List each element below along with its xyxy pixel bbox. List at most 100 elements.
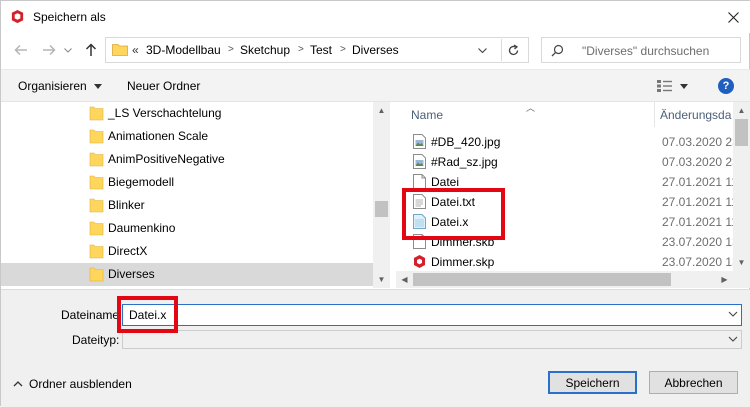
folder-icon — [112, 44, 128, 56]
file-name: Datei.txt — [431, 195, 476, 209]
filetype-select[interactable] — [122, 330, 742, 349]
address-separator-icon[interactable]: > — [340, 44, 346, 55]
organize-label: Organisieren — [18, 79, 87, 93]
folder-icon — [89, 221, 104, 236]
title-bar: Speichern als — [1, 1, 750, 33]
folder-item[interactable]: Biegemodell — [1, 171, 373, 194]
folder-label: Daumenkino — [108, 221, 176, 235]
new-folder-button[interactable]: Neuer Ordner — [127, 79, 200, 93]
recent-locations-button[interactable] — [61, 39, 75, 61]
scroll-left-icon[interactable]: ◀ — [396, 271, 413, 288]
hide-folders-label: Ordner ausblenden — [29, 377, 132, 391]
filename-value[interactable]: Datei.x — [129, 308, 166, 322]
address-overflow[interactable]: « — [132, 43, 139, 57]
scroll-up-icon[interactable]: ▲ — [733, 102, 750, 119]
text-file-icon — [413, 194, 426, 209]
file-row[interactable]: Datei.x 27.01.2021 11: — [396, 212, 741, 232]
file-row[interactable]: Datei 27.01.2021 11: — [396, 172, 741, 192]
close-icon — [727, 11, 739, 23]
file-date: 27.01.2021 11: — [662, 215, 742, 229]
scrollbar-thumb[interactable] — [413, 273, 671, 286]
cancel-button[interactable]: Abbrechen — [649, 371, 738, 394]
file-date: 23.07.2020 13: — [662, 255, 743, 269]
scrollbar-thumb[interactable] — [735, 119, 748, 146]
file-row[interactable]: Dimmer.skp 23.07.2020 13: — [396, 252, 742, 272]
folder-item[interactable]: AnimPositiveNegative — [1, 148, 373, 171]
file-date: 23.07.2020 13: — [662, 235, 743, 249]
hide-folders-toggle[interactable]: Ordner ausblenden — [13, 377, 132, 391]
help-icon[interactable]: ? — [718, 78, 734, 94]
address-segment-sketchup[interactable]: Sketchup — [240, 43, 290, 57]
column-divider[interactable] — [654, 102, 655, 127]
file-row[interactable]: Dimmer.skb 23.07.2020 13: — [396, 232, 742, 252]
folder-icon — [89, 129, 104, 144]
organize-button[interactable]: Organisieren — [18, 79, 103, 93]
address-dropdown-button[interactable] — [473, 39, 491, 61]
folder-label: Diverses — [108, 267, 155, 281]
view-options-button[interactable] — [656, 79, 688, 96]
arrow-left-icon — [14, 44, 27, 56]
folder-item[interactable]: Blinker — [1, 194, 373, 217]
arrow-right-icon — [43, 44, 56, 56]
file-list-scrollbar[interactable]: ▲ ▼ — [733, 102, 750, 288]
scroll-up-icon[interactable]: ▲ — [373, 102, 390, 119]
nav-pane-scrollbar[interactable]: ▲ ▼ — [373, 102, 390, 288]
address-bar[interactable]: « 3D-Modellbau > Sketchup > Test > Diver… — [105, 37, 529, 63]
file-row[interactable]: #Rad_sz.jpg 07.03.2020 23: — [396, 152, 742, 172]
back-button[interactable] — [11, 39, 31, 61]
folder-item[interactable]: DirectX — [1, 240, 373, 263]
folder-icon — [89, 152, 104, 167]
sort-ascending-icon: ︿ — [526, 103, 536, 113]
filename-label: Dateiname — [61, 308, 120, 322]
caret-down-icon — [94, 84, 103, 90]
chevron-down-icon — [64, 47, 72, 53]
refresh-button[interactable] — [501, 39, 525, 61]
folder-item-selected[interactable]: Diverses — [1, 263, 373, 286]
file-list-horizontal-scrollbar[interactable]: ◀ ▶ — [396, 271, 733, 288]
scroll-right-icon[interactable]: ▶ — [716, 271, 733, 288]
folder-label: _LS Verschachtelung — [108, 106, 222, 120]
folder-icon — [89, 106, 104, 121]
search-input[interactable]: "Diverses" durchsuchen — [582, 44, 709, 58]
details-view-icon — [657, 80, 688, 92]
address-segment-test[interactable]: Test — [310, 43, 332, 57]
forward-button[interactable] — [39, 39, 59, 61]
column-header-name[interactable]: Name — [411, 108, 443, 122]
filetype-label: Dateityp: — [72, 333, 120, 347]
address-segment-3d-modellbau[interactable]: 3D-Modellbau — [146, 43, 221, 57]
search-box[interactable]: "Diverses" durchsuchen — [541, 37, 741, 63]
x-file-icon — [413, 214, 426, 229]
file-row[interactable]: #DB_420.jpg 07.03.2020 23: — [396, 132, 742, 152]
save-button[interactable]: Speichern — [548, 371, 637, 394]
column-header-row: ︿ Name Änderungsda — [396, 102, 733, 127]
folder-label: Blinker — [108, 198, 145, 212]
column-header-date[interactable]: Änderungsda — [660, 108, 731, 122]
save-as-dialog: Speichern als « 3D-Modellbau > Sketchup … — [0, 0, 750, 407]
file-row[interactable]: Datei.txt 27.01.2021 11: — [396, 192, 741, 212]
up-button[interactable] — [81, 39, 101, 61]
folder-label: Animationen Scale — [108, 129, 209, 143]
folder-item[interactable]: _LS Verschachtelung — [1, 102, 373, 125]
sketchup-file-icon — [414, 255, 425, 268]
folder-item[interactable]: Daumenkino — [1, 217, 373, 240]
scrollbar-thumb[interactable] — [375, 201, 388, 217]
folder-label: AnimPositiveNegative — [108, 152, 225, 166]
refresh-icon — [508, 43, 519, 55]
close-button[interactable] — [715, 1, 750, 33]
filename-field[interactable]: Datei.x — [122, 304, 742, 326]
file-date: 27.01.2021 11: — [662, 175, 742, 189]
scroll-down-icon[interactable]: ▼ — [373, 271, 390, 288]
window-title: Speichern als — [33, 10, 106, 24]
chevron-down-icon[interactable] — [728, 309, 738, 319]
address-separator-icon[interactable]: > — [298, 44, 304, 55]
file-name: Datei — [431, 175, 460, 189]
blank-file-icon — [413, 234, 426, 249]
address-segment-diverses[interactable]: Diverses — [352, 43, 399, 57]
address-separator-icon[interactable]: > — [228, 44, 234, 55]
file-date: 07.03.2020 23: — [662, 135, 743, 149]
chevron-down-icon[interactable] — [728, 334, 738, 344]
scroll-down-icon[interactable]: ▼ — [733, 254, 750, 271]
folder-item[interactable]: Animationen Scale — [1, 125, 373, 148]
file-date: 27.01.2021 11: — [662, 195, 742, 209]
chevron-up-icon — [13, 381, 23, 387]
